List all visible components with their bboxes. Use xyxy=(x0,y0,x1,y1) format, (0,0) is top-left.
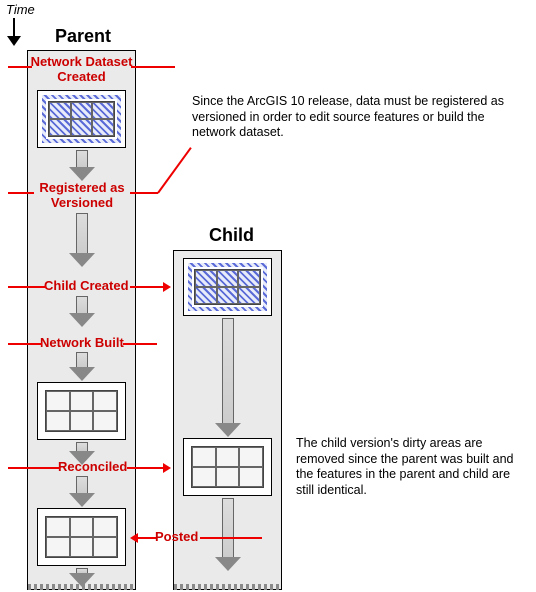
arrow-left-icon xyxy=(130,533,138,543)
step-label-posted: Posted xyxy=(155,530,198,545)
parent-column-header: Parent xyxy=(55,26,111,47)
parent-state-clean-1 xyxy=(37,382,126,440)
diagram-canvas: Time Parent Child Network Dataset Create… xyxy=(0,0,536,592)
arrow-right-icon xyxy=(163,282,171,292)
callout-line xyxy=(131,66,175,68)
step-label-registered-as-versioned: Registered as Versioned xyxy=(31,181,133,211)
note-versioning: Since the ArcGIS 10 release, data must b… xyxy=(192,94,512,141)
callout-line xyxy=(200,537,262,539)
callout-line xyxy=(8,192,34,194)
flow-arrow-icon xyxy=(69,476,95,507)
flow-arrow-icon xyxy=(215,498,241,571)
callout-line xyxy=(130,286,164,288)
parent-state-clean-2 xyxy=(37,508,126,566)
child-state-clean xyxy=(183,438,272,496)
flow-arrow-icon xyxy=(69,568,95,587)
callout-line xyxy=(130,192,158,194)
flow-arrow-icon xyxy=(69,150,95,181)
callout-line xyxy=(127,467,164,469)
arrow-right-icon xyxy=(163,463,171,473)
flow-arrow-icon xyxy=(69,352,95,381)
callout-line xyxy=(138,537,156,539)
time-arrow-icon xyxy=(6,18,22,46)
child-column-header: Child xyxy=(209,225,254,246)
time-axis-label: Time xyxy=(6,2,35,17)
callout-slant xyxy=(157,147,192,193)
callout-line xyxy=(8,467,60,469)
callout-line xyxy=(8,286,46,288)
step-label-child-created: Child Created xyxy=(44,279,129,294)
step-label-network-built: Network Built xyxy=(40,336,124,351)
note-reconciled: The child version's dirty areas are remo… xyxy=(296,436,528,499)
parent-state-dirty-1 xyxy=(37,90,126,148)
callout-line xyxy=(8,343,42,345)
callout-line xyxy=(8,66,32,68)
callout-line xyxy=(123,343,157,345)
flow-arrow-icon xyxy=(215,318,241,437)
child-state-dirty xyxy=(183,258,272,316)
flow-arrow-icon xyxy=(69,213,95,267)
flow-arrow-icon xyxy=(69,296,95,327)
step-label-network-dataset-created: Network Dataset Created xyxy=(27,55,136,85)
flow-arrow-icon xyxy=(69,442,95,465)
